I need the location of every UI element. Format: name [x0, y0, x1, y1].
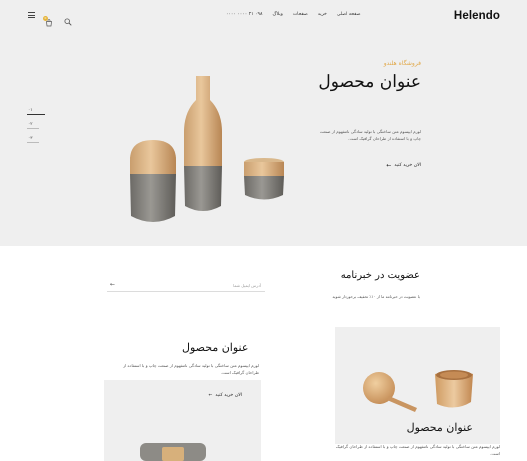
product-cta-label: الان خرید کنید [215, 393, 242, 398]
hero-title: عنوان محصول [318, 72, 421, 92]
arrow-left-icon: ← [386, 162, 392, 169]
site-header: Helendo صفحه اصلی خرید صفحات وبلاگ ۰۹۸ ۲… [0, 0, 527, 34]
slide-number: ۰۱ [28, 107, 33, 112]
newsletter-description: با عضویت در خبرنامه ما از ۱۰٪ تخفیف برخو… [332, 294, 420, 299]
product-image [140, 443, 206, 461]
newsletter-title: عضویت در خبرنامه [340, 270, 420, 281]
slide-number: ۰۳ [28, 135, 33, 140]
hero-cta-label: الان خرید کنید [394, 163, 421, 168]
slide-indicator[interactable]: ۰۲ [27, 121, 47, 135]
arrow-left-icon: ← [208, 393, 213, 398]
hero-product-image [130, 76, 284, 222]
phone-number: ۰۹۸ ۲۱ ۰۰۰۰ ۰۰۰۰ [226, 12, 263, 17]
main-nav: صفحه اصلی خرید صفحات وبلاگ ۰۹۸ ۲۱ ۰۰۰۰ ۰… [226, 12, 361, 17]
product-card[interactable]: عنوان محصول [335, 327, 500, 444]
menu-icon[interactable] [28, 12, 35, 18]
nav-item-home[interactable]: صفحه اصلی [337, 12, 361, 17]
newsletter-form: ← [107, 280, 265, 292]
nav-item-blog[interactable]: وبلاگ [273, 12, 283, 17]
product-title[interactable]: عنوان محصول [182, 341, 248, 354]
product-card[interactable]: الان خرید کنید ← [104, 380, 261, 461]
product-description: لورم ایپسوم متن ساختگی با تولید سادگی نا… [335, 444, 500, 456]
slide-number: ۰۲ [28, 121, 33, 126]
slide-pagination: ۰۱ ۰۲ ۰۳ [27, 107, 47, 149]
cart-icon[interactable]: 0 [43, 12, 53, 27]
product-description: لورم ایپسوم متن ساختگی با تولید سادگی نا… [123, 363, 259, 375]
site-logo[interactable]: Helendo [454, 10, 500, 22]
product-title[interactable]: عنوان محصول [407, 421, 473, 434]
product-image [363, 370, 473, 412]
product-shop-now-link[interactable]: الان خرید کنید ← [209, 393, 242, 398]
cart-count-badge: 0 [43, 16, 48, 21]
slide-indicator[interactable]: ۰۱ [27, 107, 47, 121]
slide-indicator[interactable]: ۰۳ [27, 135, 47, 149]
nav-item-shop[interactable]: خرید [318, 12, 327, 17]
hero-shop-now-link[interactable]: الان خرید کنید ← [386, 162, 421, 169]
nav-item-pages[interactable]: صفحات [293, 12, 308, 17]
hero-description: لورم ایپسوم متن ساختگی با تولید سادگی نا… [319, 129, 421, 141]
subscribe-arrow-icon[interactable]: ← [110, 281, 115, 288]
email-field[interactable] [121, 283, 261, 288]
search-icon[interactable] [64, 11, 72, 26]
hero-section: ۰۱ ۰۲ ۰۳ فروشگاه هلندو عنوان محصول لورم … [0, 34, 527, 246]
hero-subtitle: فروشگاه هلندو [383, 60, 421, 67]
